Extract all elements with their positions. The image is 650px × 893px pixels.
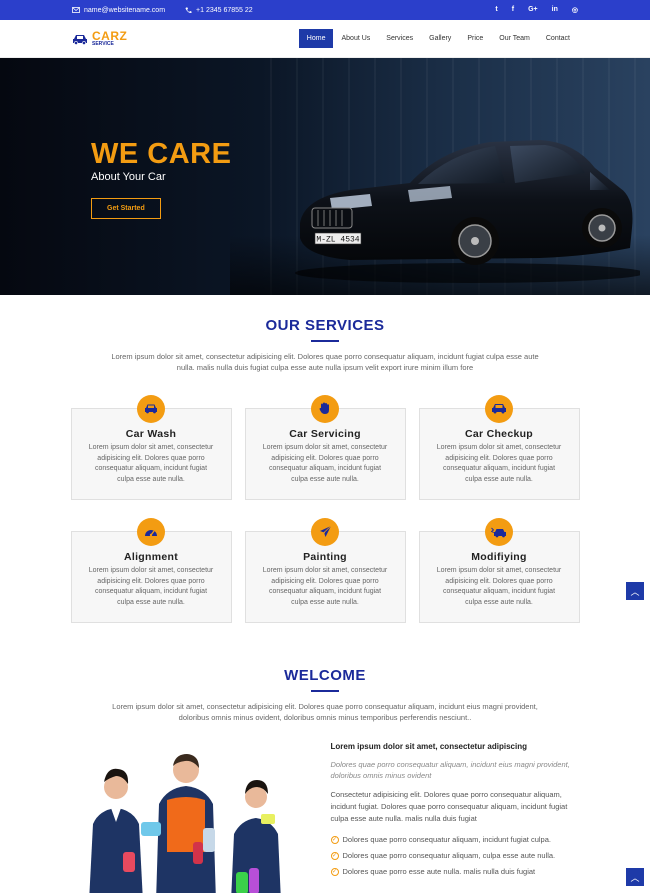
hero-car-image: M-ZL 4534 — [295, 140, 640, 283]
service-card-modifiying[interactable]: Modifiying Lorem ipsum dolor sit amet, c… — [418, 517, 580, 623]
scroll-to-top-button-bottom[interactable]: ︿ — [626, 868, 644, 886]
welcome-title: WELCOME — [284, 666, 366, 684]
scroll-to-top-button[interactable]: ︿ — [626, 582, 644, 600]
nav-about-us[interactable]: About Us — [333, 29, 378, 48]
hero-subtitle: About Your Car — [91, 171, 166, 183]
list-item: ✓ Dolores quae porro consequatur aliquam,… — [330, 835, 580, 844]
services-intro: Lorem ipsum dolor sit amet, consectetur … — [111, 352, 539, 372]
service-title: Modifiying — [471, 550, 527, 563]
contact-info: name@websitename.com +1 2345 67855 22 — [72, 7, 253, 14]
check-circle-icon: ✓ — [330, 835, 339, 844]
services-grid: Car Wash Lorem ipsum dolor sit amet, con… — [70, 394, 580, 623]
service-title: Alignment — [123, 550, 179, 563]
email-contact[interactable]: name@websitename.com — [72, 7, 165, 14]
list-item-text: Dolores quae porro consequatur aliquam, … — [342, 851, 556, 860]
service-card-painting[interactable]: Painting Lorem ipsum dolor sit amet, con… — [244, 517, 406, 623]
phone-contact[interactable]: +1 2345 67855 22 — [185, 7, 253, 14]
service-title: Painting — [303, 550, 347, 563]
google-plus-icon[interactable]: G+ — [528, 6, 538, 14]
nav-price[interactable]: Price — [459, 29, 491, 48]
service-text: Lorem ipsum dolor sit amet, consectetur … — [436, 566, 562, 607]
welcome-title-underline — [311, 689, 339, 692]
mechanics-team-image — [71, 742, 331, 893]
service-title: Car Checkup — [464, 427, 534, 440]
nav-home[interactable]: Home — [298, 29, 334, 48]
list-item-text: Dolores quae porro esse aute nulla. mali… — [342, 867, 536, 876]
list-item: ✓ Dolores quae porro consequatur aliquam,… — [330, 851, 580, 860]
logo[interactable]: CARZ SERVICE — [72, 30, 127, 47]
hero-banner: M-ZL 4534 WE CARE About Your Car Get Sta… — [0, 58, 650, 295]
hand-icon — [311, 394, 339, 423]
car-icon — [485, 394, 513, 423]
list-item-text: Dolores quae porro consequatur aliquam, … — [342, 835, 551, 844]
brand: CARZ SERVICE — [92, 30, 127, 47]
car-crash-icon — [485, 517, 513, 546]
brand-tagline: SERVICE — [92, 41, 114, 47]
nav-our-team[interactable]: Our Team — [491, 29, 538, 48]
welcome-paragraph: Consectetur adipisicing elit. Dolores qu… — [330, 790, 568, 823]
service-title: Car Wash — [125, 427, 177, 440]
twitter-icon[interactable]: t — [495, 6, 497, 14]
service-text: Lorem ipsum dolor sit amet, consectetur … — [262, 566, 388, 607]
top-bar: name@websitename.com +1 2345 67855 22 t … — [0, 0, 650, 20]
main-menu: Home About Us Services Gallery Price Our… — [298, 29, 578, 48]
linkedin-icon[interactable]: in — [552, 6, 558, 14]
gauge-icon — [137, 517, 165, 546]
chevron-up-icon: ︿ — [630, 872, 640, 883]
service-title: Car Servicing — [289, 427, 361, 440]
facebook-icon[interactable]: f — [512, 6, 514, 14]
welcome-section: WELCOME Lorem ipsum dolor sit amet, cons… — [0, 623, 650, 893]
navbar: CARZ SERVICE Home About Us Services Gall… — [0, 20, 650, 58]
nav-contact[interactable]: Contact — [538, 29, 578, 48]
license-plate: M-ZL 4534 — [316, 236, 359, 245]
social-links: t f G+ in ◎ — [495, 6, 578, 14]
service-text: Lorem ipsum dolor sit amet, consectetur … — [436, 443, 562, 484]
nav-services[interactable]: Services — [378, 29, 421, 48]
get-started-button[interactable]: Get Started — [91, 198, 161, 219]
welcome-body: Lorem ipsum dolor sit amet, consectetur … — [71, 742, 580, 893]
envelope-icon — [72, 7, 80, 13]
welcome-list: ✓ Dolores quae porro consequatur aliquam,… — [330, 835, 580, 876]
hero-title: WE CARE — [91, 138, 232, 170]
chevron-up-icon: ︿ — [630, 586, 640, 597]
service-text: Lorem ipsum dolor sit amet, consectetur … — [262, 443, 388, 484]
car-icon — [137, 394, 165, 423]
service-card-alignment[interactable]: Alignment Lorem ipsum dolor sit amet, co… — [70, 517, 232, 623]
check-circle-icon: ✓ — [330, 867, 339, 876]
service-card-car-servicing[interactable]: Car Servicing Lorem ipsum dolor sit amet… — [244, 394, 406, 500]
instagram-icon[interactable]: ◎ — [572, 6, 578, 14]
service-card-car-checkup[interactable]: Car Checkup Lorem ipsum dolor sit amet, … — [418, 394, 580, 500]
phone-icon — [185, 7, 192, 13]
car-logo-icon — [73, 34, 87, 45]
services-title: OUR SERVICES — [265, 317, 385, 334]
check-circle-icon: ✓ — [330, 851, 339, 860]
welcome-text: Lorem ipsum dolor sit amet, consectetur … — [330, 741, 580, 893]
paper-plane-icon — [311, 517, 339, 546]
phone-text: +1 2345 67855 22 — [196, 6, 253, 14]
nav-gallery[interactable]: Gallery — [421, 29, 459, 48]
welcome-italic: Dolores quae porro consequatur aliquam, … — [330, 759, 570, 780]
service-card-car-wash[interactable]: Car Wash Lorem ipsum dolor sit amet, con… — [70, 394, 232, 500]
email-text: name@websitename.com — [84, 6, 166, 14]
service-text: Lorem ipsum dolor sit amet, consectetur … — [88, 443, 214, 484]
list-item: ✓ Dolores quae porro esse aute nulla. mal… — [330, 867, 580, 876]
welcome-heading: Lorem ipsum dolor sit amet, consectetur … — [330, 741, 527, 751]
services-section: OUR SERVICES Lorem ipsum dolor sit amet,… — [0, 295, 650, 623]
service-text: Lorem ipsum dolor sit amet, consectetur … — [88, 566, 214, 607]
services-title-underline — [311, 340, 339, 342]
welcome-intro: Lorem ipsum dolor sit amet, consectetur … — [112, 701, 538, 722]
